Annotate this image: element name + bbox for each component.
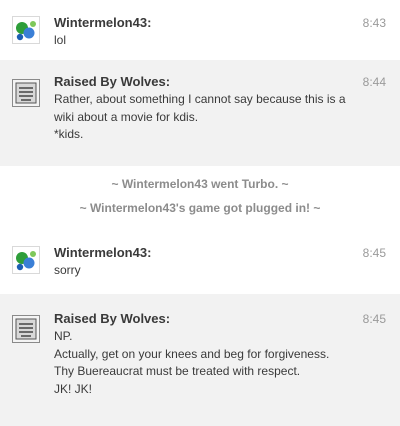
username[interactable]: Raised By Wolves:	[54, 73, 388, 91]
avatar-image	[13, 316, 39, 342]
message-text: *kids.	[54, 127, 84, 141]
message-text: Thy Buereaucrat must be treated with res…	[54, 364, 301, 378]
message-text: NP.	[54, 329, 73, 343]
username[interactable]: Wintermelon43:	[54, 244, 388, 262]
chat-message: Raised By Wolves: 8:45 NP. Actually, get…	[0, 294, 400, 426]
username[interactable]: Wintermelon43:	[54, 14, 388, 32]
message-text: lol	[54, 33, 67, 47]
username[interactable]: Raised By Wolves:	[54, 310, 388, 328]
avatar[interactable]	[12, 16, 40, 44]
message-text: wiki about a movie for kdis.	[54, 109, 199, 124]
chat-message: Wintermelon43: 8:45 sorry	[0, 232, 400, 294]
avatar-image	[13, 80, 39, 106]
inline-alerts: ~ Wintermelon43 went Turbo. ~ ~ Winterme…	[0, 166, 400, 232]
chat-message: Wintermelon43: 8:43 lol	[0, 0, 400, 60]
timestamp: 8:43	[362, 16, 386, 30]
inline-alert: ~ Wintermelon43's game got plugged in! ~	[79, 201, 321, 215]
chat-message: Raised By Wolves: 8:44 Rather, about som…	[0, 60, 400, 166]
timestamp: 8:45	[362, 246, 386, 260]
avatar[interactable]	[12, 79, 40, 107]
message-text: Rather, about something I cannot say bec…	[54, 92, 346, 106]
avatar[interactable]	[12, 315, 40, 343]
avatar-image	[13, 247, 39, 273]
message-text: sorry	[54, 263, 81, 277]
chat-log: Wintermelon43: 8:43 lol Raised By Wolves…	[0, 0, 400, 426]
timestamp: 8:44	[362, 75, 386, 89]
message-text: Actually, get on your knees and beg for …	[54, 346, 330, 361]
timestamp: 8:45	[362, 312, 386, 326]
avatar-image	[13, 17, 39, 43]
message-text: JK! JK!	[54, 381, 93, 396]
inline-alert: ~ Wintermelon43 went Turbo. ~	[111, 177, 289, 191]
avatar[interactable]	[12, 246, 40, 274]
